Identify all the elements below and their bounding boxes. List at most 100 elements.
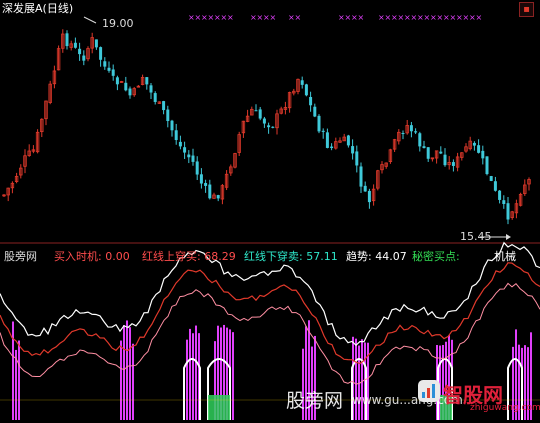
indicator-item-buy-timing: 买入时机: 0.00 — [54, 250, 130, 264]
candle-body — [489, 176, 493, 181]
candle-body — [115, 77, 119, 85]
candle-body — [166, 109, 170, 121]
label-buy-timing: 买入时机: — [54, 250, 102, 263]
histogram-bar — [120, 340, 122, 420]
value-red-cross-down: 57.11 — [306, 250, 338, 263]
candle-body — [472, 142, 476, 146]
candle-body — [178, 141, 182, 147]
candle-body — [267, 125, 271, 128]
candle-body — [199, 174, 203, 184]
value-red-cross-up: 68.29 — [204, 250, 236, 263]
candle-body — [418, 133, 422, 147]
signal-x-marks: × × × × × × × × × × × × × × × × × × × × × × × × × × × × × × × × × — [188, 13, 482, 22]
value-buy-timing: 0.00 — [105, 250, 130, 263]
indicator-tail: 机械 — [494, 250, 516, 263]
candle-body — [195, 161, 199, 175]
stock-name: 深发展A — [2, 2, 43, 15]
candle-body — [409, 125, 413, 132]
signal-mark: × — [358, 13, 365, 22]
candle-body — [73, 42, 77, 48]
candle-body — [153, 93, 157, 102]
candle-body — [304, 84, 308, 96]
candle-body — [309, 96, 313, 106]
candle-body — [208, 184, 212, 199]
chart-options-icon[interactable]: ▪ — [519, 2, 534, 17]
candle-body — [355, 151, 359, 166]
histogram-bar — [132, 343, 134, 420]
indicator-item-red-cross-down: 红线下穿卖: 57.11 — [244, 250, 338, 264]
candle-body — [204, 182, 208, 186]
candle-body — [317, 115, 321, 132]
candle-body — [191, 155, 195, 162]
candle-body — [258, 109, 262, 119]
candle-body — [99, 47, 103, 60]
chart-period: (日线) — [42, 2, 74, 15]
candle-body — [451, 162, 455, 166]
high-arrow — [83, 16, 97, 24]
histogram-bar — [126, 320, 128, 420]
candle-body — [170, 120, 174, 131]
candlestick-series — [2, 29, 531, 225]
candle-body — [128, 88, 132, 96]
candle-body — [94, 39, 98, 48]
watermark-site2-url: zhiguwang.com — [470, 403, 540, 413]
line-trend-pink — [0, 282, 540, 385]
histogram-bar — [232, 332, 234, 420]
candle-body — [271, 126, 275, 128]
candle-body — [422, 146, 426, 149]
candle-body — [506, 203, 510, 220]
label-secret-buy: 秘密买点: — [412, 250, 460, 263]
candle-body — [485, 156, 489, 175]
histogram-bar — [189, 328, 191, 420]
indicator-item-secret-buy: 秘密买点: — [412, 250, 460, 264]
candle-body — [426, 147, 430, 159]
stock-title: 深发展A(日线) — [2, 2, 73, 16]
candle-body — [401, 133, 405, 135]
candle-body — [145, 77, 149, 85]
chart-canvas: × × × × × × × × × × × × × × × × × × × × × × × × × × × × × × × × × — [0, 13, 540, 420]
histogram-bar — [192, 333, 194, 420]
candle-body — [439, 151, 443, 154]
low-arrow-head — [506, 234, 511, 240]
candle-body — [149, 85, 153, 93]
label-trend: 趋势: — [346, 250, 372, 263]
candle-body — [124, 82, 128, 91]
histogram-bar — [186, 339, 188, 420]
histogram-bar — [18, 340, 20, 420]
candle-body — [359, 166, 363, 187]
indicator-item-red-cross-up: 红线上穿买: 68.29 — [142, 250, 236, 264]
candle-body — [351, 146, 355, 154]
label-red-cross-down: 红线下穿卖: — [244, 250, 303, 263]
value-trend: 44.07 — [375, 250, 407, 263]
watermark-site1-cn: 股旁网 — [286, 390, 344, 412]
high-price-label: 19.00 — [102, 17, 134, 30]
histogram-bar — [195, 325, 197, 420]
histogram-bar — [123, 325, 125, 420]
indicator-item-trend: 趋势: 44.07 — [346, 250, 407, 264]
candle-body — [367, 190, 371, 203]
watermark-logo-icon — [418, 380, 440, 402]
candle-body — [325, 132, 329, 148]
candle-body — [262, 118, 266, 124]
candle-body — [162, 101, 166, 111]
candle-body — [82, 55, 86, 61]
indicator-name: 股旁网 — [4, 250, 37, 263]
histogram-bar — [355, 338, 357, 420]
histogram-bar — [129, 327, 131, 420]
signal-mark: × — [270, 13, 277, 22]
histogram-bar — [361, 339, 363, 420]
signal-mark: × — [476, 13, 483, 22]
low-price-label: 15.45 — [460, 230, 492, 243]
candle-body — [65, 33, 69, 47]
signal-mark: × — [227, 13, 234, 22]
candle-body — [481, 150, 485, 159]
candle-body — [216, 195, 220, 199]
histogram-green — [208, 395, 230, 420]
candle-body — [498, 190, 502, 200]
candle-body — [477, 145, 481, 153]
candle-body — [414, 131, 418, 133]
candle-body — [321, 130, 325, 132]
candle-body — [330, 146, 334, 149]
candle-body — [254, 110, 258, 112]
signal-mark: × — [295, 13, 302, 22]
